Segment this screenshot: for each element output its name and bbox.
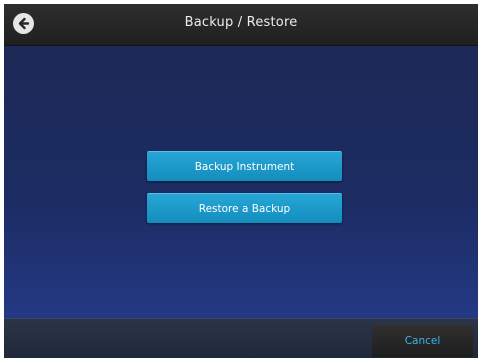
page-title: Backup / Restore: [184, 15, 298, 30]
app-window: Backup / Restore Backup Instrument Resto…: [4, 4, 478, 358]
title-bar: Backup / Restore: [4, 4, 478, 46]
footer-bar: Cancel: [4, 318, 478, 358]
restore-backup-button[interactable]: Restore a Backup: [147, 193, 342, 223]
backup-instrument-button[interactable]: Backup Instrument: [147, 151, 342, 181]
main-content: Backup Instrument Restore a Backup: [4, 46, 478, 318]
cancel-button[interactable]: Cancel: [372, 325, 473, 357]
